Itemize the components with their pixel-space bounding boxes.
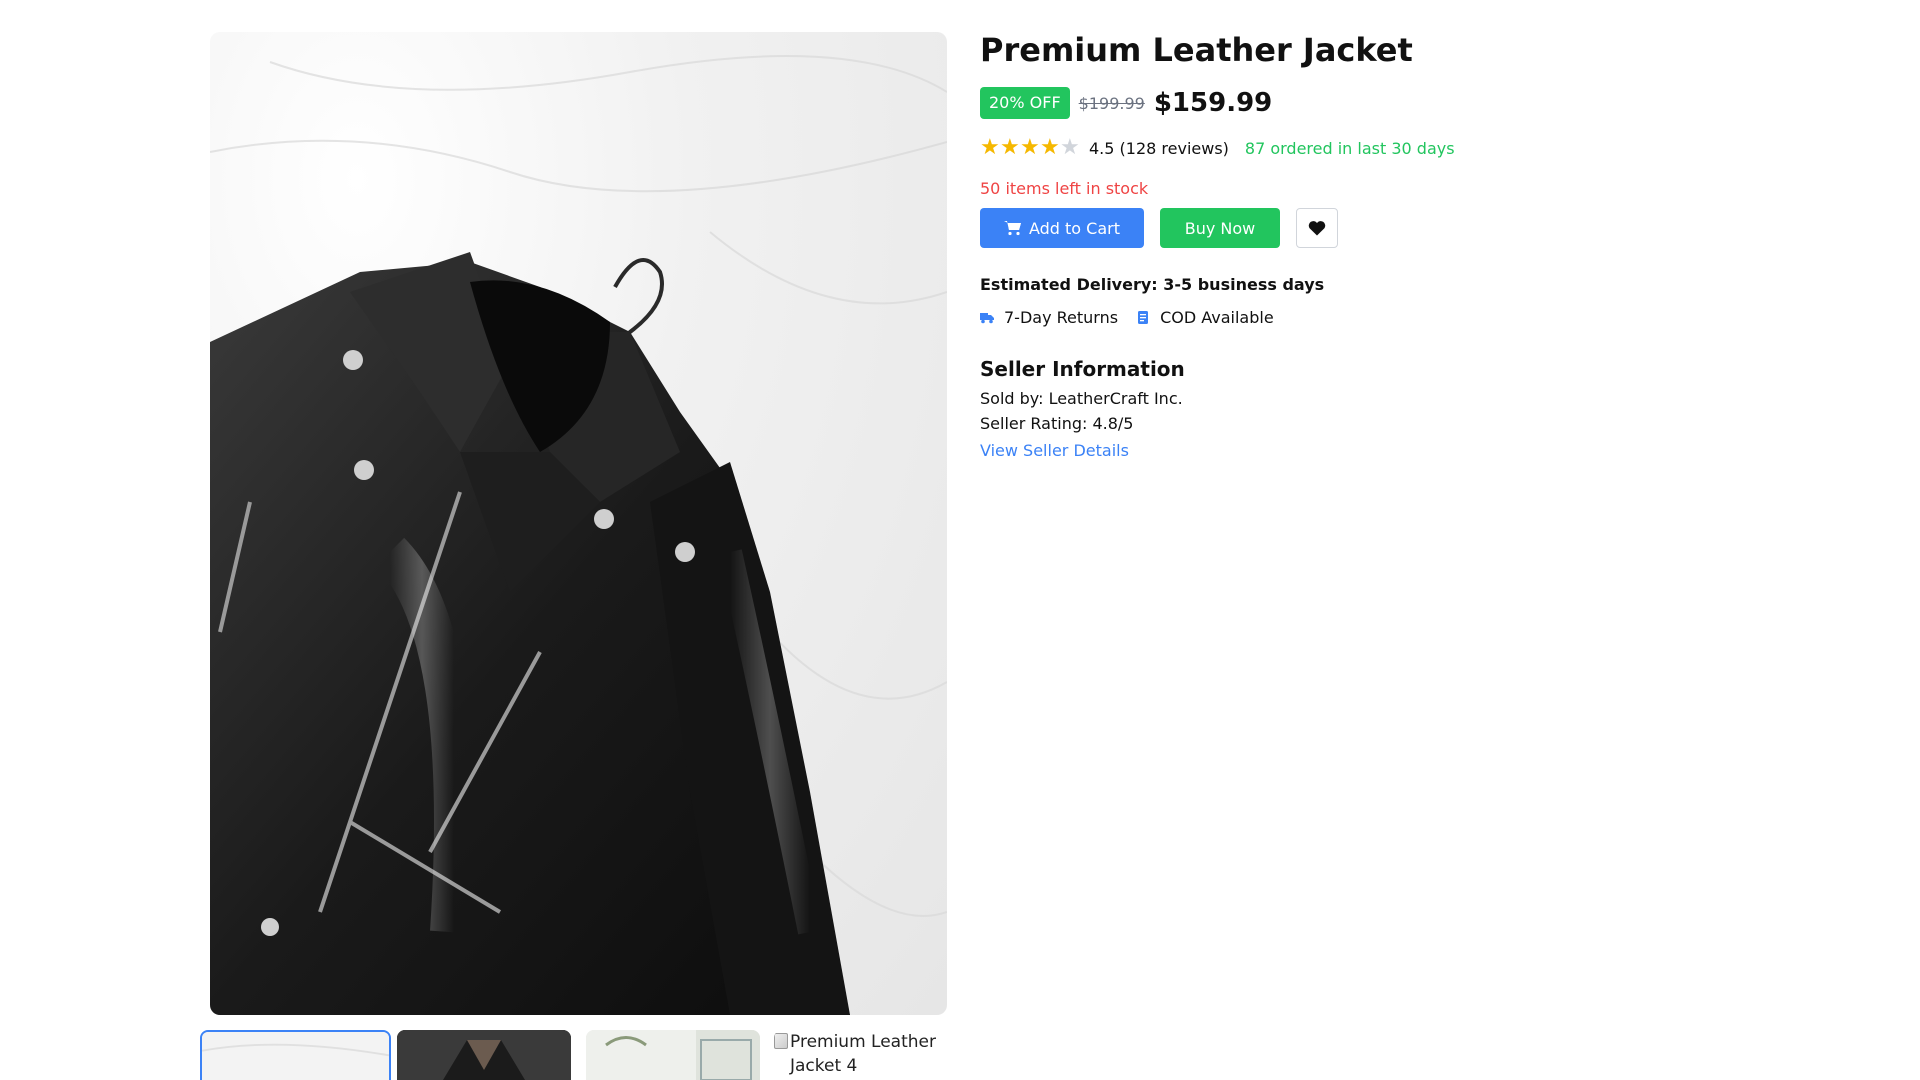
price-row: 20% OFF $199.99 $159.99: [980, 87, 1760, 119]
feature-returns-label: 7-Day Returns: [1004, 308, 1119, 327]
cart-icon: [1003, 221, 1021, 236]
add-to-cart-label: Add to Cart: [1028, 218, 1121, 238]
delivery-estimate: Estimated Delivery: 3-5 business days: [980, 275, 1325, 294]
leather-jacket-photo: [210, 55, 947, 1015]
receipt-icon: [1138, 311, 1149, 324]
delivery-features: 7-Day Returns COD Available: [980, 308, 1760, 327]
rating-summary: 4.5 (128 reviews): [1089, 138, 1229, 158]
main-product-image[interactable]: [210, 32, 947, 1015]
sale-price: $159.99: [1153, 88, 1273, 118]
wishlist-button[interactable]: [1296, 208, 1338, 248]
thumbnail-2[interactable]: [397, 1030, 571, 1080]
discount-badge: 20% OFF: [980, 87, 1070, 119]
product-title: Premium Leather Jacket: [980, 31, 1413, 69]
interior-thumbnail-image: [586, 1030, 760, 1080]
star-icon: ★: [1040, 135, 1060, 160]
broken-image-icon: [774, 1033, 788, 1049]
recent-orders: 87 ordered in last 30 days: [1244, 138, 1455, 158]
view-seller-link[interactable]: View Seller Details: [980, 441, 1129, 460]
truck-icon: [980, 313, 994, 324]
add-to-cart-button[interactable]: Add to Cart: [980, 208, 1144, 248]
thumbnail-3[interactable]: [586, 1030, 760, 1080]
feature-cod: COD Available: [1136, 308, 1274, 327]
thumbnail-4-alt-text: Premium Leather Jacket 4: [790, 1032, 936, 1076]
seller-name: Sold by: LeatherCraft Inc.: [980, 389, 1183, 408]
star-rating: ★ ★ ★ ★ ★: [980, 137, 1080, 159]
heart-icon: [1308, 221, 1326, 236]
feature-cod-label: COD Available: [1160, 308, 1274, 327]
thumbnail-1[interactable]: [200, 1030, 391, 1080]
rating-row: ★ ★ ★ ★ ★ 4.5 (128 reviews) 87 ordered i…: [980, 137, 1760, 159]
star-icon: ★: [980, 135, 1000, 160]
stock-status: 50 items left in stock: [980, 179, 1149, 198]
worn-jacket-thumbnail-image: [397, 1030, 571, 1080]
product-info-panel: Premium Leather Jacket 20% OFF $199.99 $…: [980, 30, 1760, 460]
seller-rating: Seller Rating: 4.8/5: [980, 414, 1134, 433]
fabric-thumbnail-image: [202, 1032, 389, 1080]
star-icon: ★: [1020, 135, 1040, 160]
buy-now-button[interactable]: Buy Now: [1160, 208, 1280, 248]
seller-heading: Seller Information: [980, 357, 1185, 381]
star-icon: ★: [1060, 135, 1080, 160]
thumbnail-4[interactable]: Premium Leather Jacket 4: [774, 1030, 954, 1080]
feature-returns: 7-Day Returns: [980, 308, 1118, 327]
star-icon: ★: [1000, 135, 1020, 160]
product-page: Premium Leather Jacket 4 Premium Leather…: [0, 0, 1920, 1080]
purchase-actions: Add to Cart Buy Now: [980, 208, 1760, 248]
original-price: $199.99: [1078, 93, 1145, 113]
